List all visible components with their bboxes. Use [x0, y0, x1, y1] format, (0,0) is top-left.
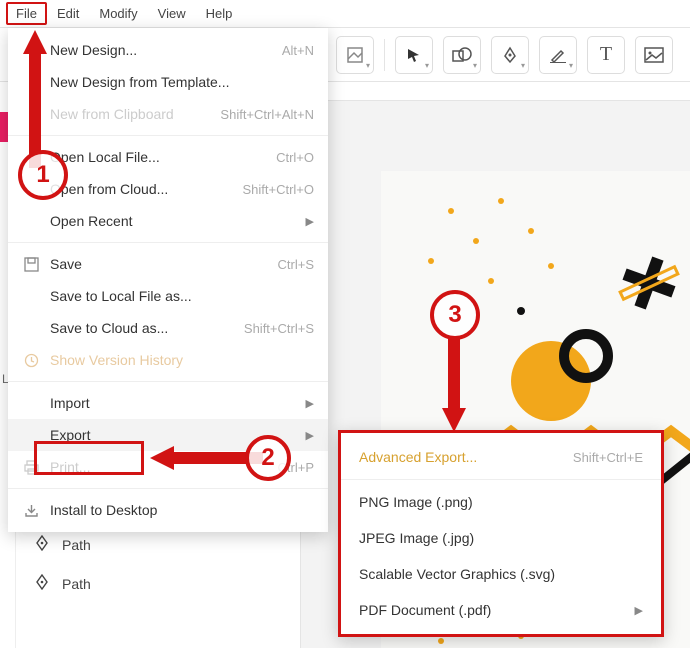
- menu-shortcut: Alt+N: [282, 43, 314, 58]
- menubar: File Edit Modify View Help: [0, 0, 690, 28]
- print-icon: [22, 460, 40, 475]
- menu-item-label: Show Version History: [50, 352, 314, 368]
- menu-open-cloud[interactable]: Open from Cloud... Shift+Ctrl+O: [8, 173, 328, 205]
- menu-print: Print... Ctrl+P: [8, 451, 328, 483]
- history-icon: [22, 353, 40, 368]
- menu-separator: [8, 381, 328, 382]
- layer-label: Path: [62, 576, 91, 592]
- save-icon: [22, 257, 40, 272]
- layer-row[interactable]: Path: [20, 564, 180, 603]
- toolbar-logo-button[interactable]: ▾: [336, 36, 374, 74]
- menu-separator: [8, 135, 328, 136]
- menu-item-label: Import: [50, 395, 296, 411]
- install-icon: [22, 503, 40, 518]
- menu-item-label: Save to Local File as...: [50, 288, 314, 304]
- menu-item-label: New from Clipboard: [50, 106, 210, 122]
- toolbar-pen-button[interactable]: ▾: [491, 36, 529, 74]
- export-svg[interactable]: Scalable Vector Graphics (.svg): [341, 556, 661, 592]
- pen-nib-icon: [34, 574, 50, 593]
- menu-file[interactable]: File: [6, 2, 47, 25]
- menu-version-history: Show Version History: [8, 344, 328, 376]
- menu-save[interactable]: Save Ctrl+S: [8, 248, 328, 280]
- menu-shortcut: Ctrl+S: [278, 257, 314, 272]
- menu-item-label: Advanced Export...: [359, 449, 563, 465]
- menu-item-label: New Design from Template...: [50, 74, 314, 90]
- menu-import[interactable]: Import ▶: [8, 387, 328, 419]
- menu-item-label: Install to Desktop: [50, 502, 314, 518]
- menu-new-template[interactable]: New Design from Template...: [8, 66, 328, 98]
- toolbar-shape-button[interactable]: ▾: [443, 36, 481, 74]
- export-advanced[interactable]: Advanced Export... Shift+Ctrl+E: [341, 439, 661, 475]
- submenu-arrow-icon: ▶: [635, 604, 643, 617]
- menu-install-desktop[interactable]: Install to Desktop: [8, 494, 328, 526]
- menu-item-label: Save to Cloud as...: [50, 320, 234, 336]
- menu-shortcut: Ctrl+P: [278, 460, 314, 475]
- menu-modify[interactable]: Modify: [89, 2, 147, 25]
- menu-shortcut: Shift+Ctrl+E: [573, 450, 643, 465]
- toolbar-brush-button[interactable]: ▾: [539, 36, 577, 74]
- menu-open-local[interactable]: Open Local File... Ctrl+O: [8, 141, 328, 173]
- menu-item-label: Print...: [50, 459, 268, 475]
- menu-shortcut: Ctrl+O: [276, 150, 314, 165]
- menu-new-design[interactable]: New Design... Alt+N: [8, 34, 328, 66]
- file-menu-dropdown: New Design... Alt+N New Design from Temp…: [8, 28, 328, 532]
- menu-shortcut: Shift+Ctrl+Alt+N: [220, 107, 314, 122]
- menu-item-label: Export: [50, 427, 296, 443]
- menu-save-local[interactable]: Save to Local File as...: [8, 280, 328, 312]
- menu-new-clipboard: New from Clipboard Shift+Ctrl+Alt+N: [8, 98, 328, 130]
- menu-view[interactable]: View: [148, 2, 196, 25]
- menu-item-label: Scalable Vector Graphics (.svg): [359, 566, 643, 582]
- menu-separator: [8, 488, 328, 489]
- menu-item-label: JPEG Image (.jpg): [359, 530, 643, 546]
- menu-item-label: Open from Cloud...: [50, 181, 232, 197]
- export-png[interactable]: PNG Image (.png): [341, 484, 661, 520]
- export-submenu: Advanced Export... Shift+Ctrl+E PNG Imag…: [338, 430, 664, 637]
- menu-shortcut: Shift+Ctrl+O: [242, 182, 314, 197]
- menu-item-label: Open Local File...: [50, 149, 266, 165]
- menu-export[interactable]: Export ▶: [8, 419, 328, 451]
- menu-item-label: Save: [50, 256, 268, 272]
- menu-item-label: PDF Document (.pdf): [359, 602, 625, 618]
- submenu-arrow-icon: ▶: [306, 215, 314, 228]
- menu-separator: [8, 242, 328, 243]
- menu-edit[interactable]: Edit: [47, 2, 89, 25]
- submenu-arrow-icon: ▶: [306, 397, 314, 410]
- export-pdf[interactable]: PDF Document (.pdf) ▶: [341, 592, 661, 628]
- layers-list: Path Path: [20, 525, 180, 603]
- toolbar-separator: [384, 39, 385, 71]
- menu-save-cloud[interactable]: Save to Cloud as... Shift+Ctrl+S: [8, 312, 328, 344]
- menu-separator: [341, 479, 661, 480]
- menu-help[interactable]: Help: [196, 2, 243, 25]
- toolbar-select-button[interactable]: ▾: [395, 36, 433, 74]
- menu-item-label: PNG Image (.png): [359, 494, 643, 510]
- menu-item-label: New Design...: [50, 42, 272, 58]
- toolbar-text-button[interactable]: T: [587, 36, 625, 74]
- menu-item-label: Open Recent: [50, 213, 296, 229]
- menu-shortcut: Shift+Ctrl+S: [244, 321, 314, 336]
- menu-open-recent[interactable]: Open Recent ▶: [8, 205, 328, 237]
- toolbar-image-button[interactable]: [635, 36, 673, 74]
- export-jpg[interactable]: JPEG Image (.jpg): [341, 520, 661, 556]
- layer-label: Path: [62, 537, 91, 553]
- pen-nib-icon: [34, 535, 50, 554]
- submenu-arrow-icon: ▶: [306, 429, 314, 442]
